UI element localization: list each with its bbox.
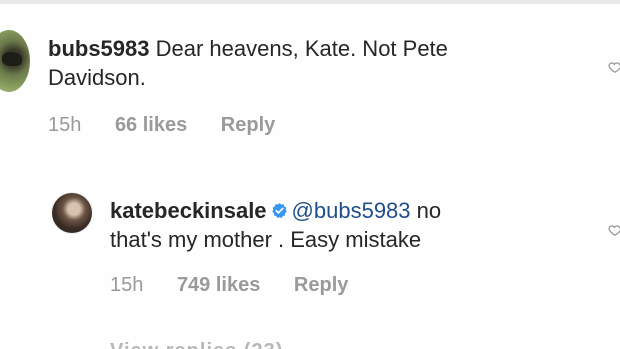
avatar[interactable] <box>0 30 30 92</box>
comment-text: katebeckinsale @bubs5983 no that's my mo… <box>110 196 580 254</box>
view-replies-link[interactable]: View replies (23) <box>110 340 283 349</box>
heart-outline-icon[interactable] <box>608 223 620 237</box>
comment-likes[interactable]: 66 likes <box>115 114 187 136</box>
comment-meta: 15h 749 likes Reply <box>110 274 376 297</box>
instagram-comments-screenshot: bubs5983 Dear heavens, Kate. Not Pete Da… <box>0 0 620 349</box>
heart-outline-icon[interactable] <box>608 60 620 74</box>
comment-body-line1: no <box>416 198 442 223</box>
comment-username[interactable]: bubs5983 <box>48 36 150 61</box>
comment-body-line2: Davidson. <box>48 65 146 90</box>
comment-likes[interactable]: 749 likes <box>177 274 260 296</box>
avatar-animal-image <box>2 52 22 66</box>
comment-username[interactable]: katebeckinsale <box>110 198 267 223</box>
top-divider <box>0 0 620 4</box>
comment-meta: 15h 66 likes Reply <box>48 114 303 137</box>
reply-button[interactable]: Reply <box>294 274 348 296</box>
comment-text: bubs5983 Dear heavens, Kate. Not Pete Da… <box>48 34 578 92</box>
comment-time: 15h <box>48 114 82 136</box>
mention-link[interactable]: @bubs5983 <box>292 198 411 223</box>
comment-body-line1: Dear heavens, Kate. Not Pete <box>155 36 448 61</box>
comment-time: 15h <box>110 274 144 296</box>
verified-badge-icon <box>271 203 287 218</box>
comment-body-line2: that's my mother . Easy mistake <box>110 227 422 252</box>
reply-button[interactable]: Reply <box>221 114 275 136</box>
avatar[interactable] <box>52 193 92 233</box>
